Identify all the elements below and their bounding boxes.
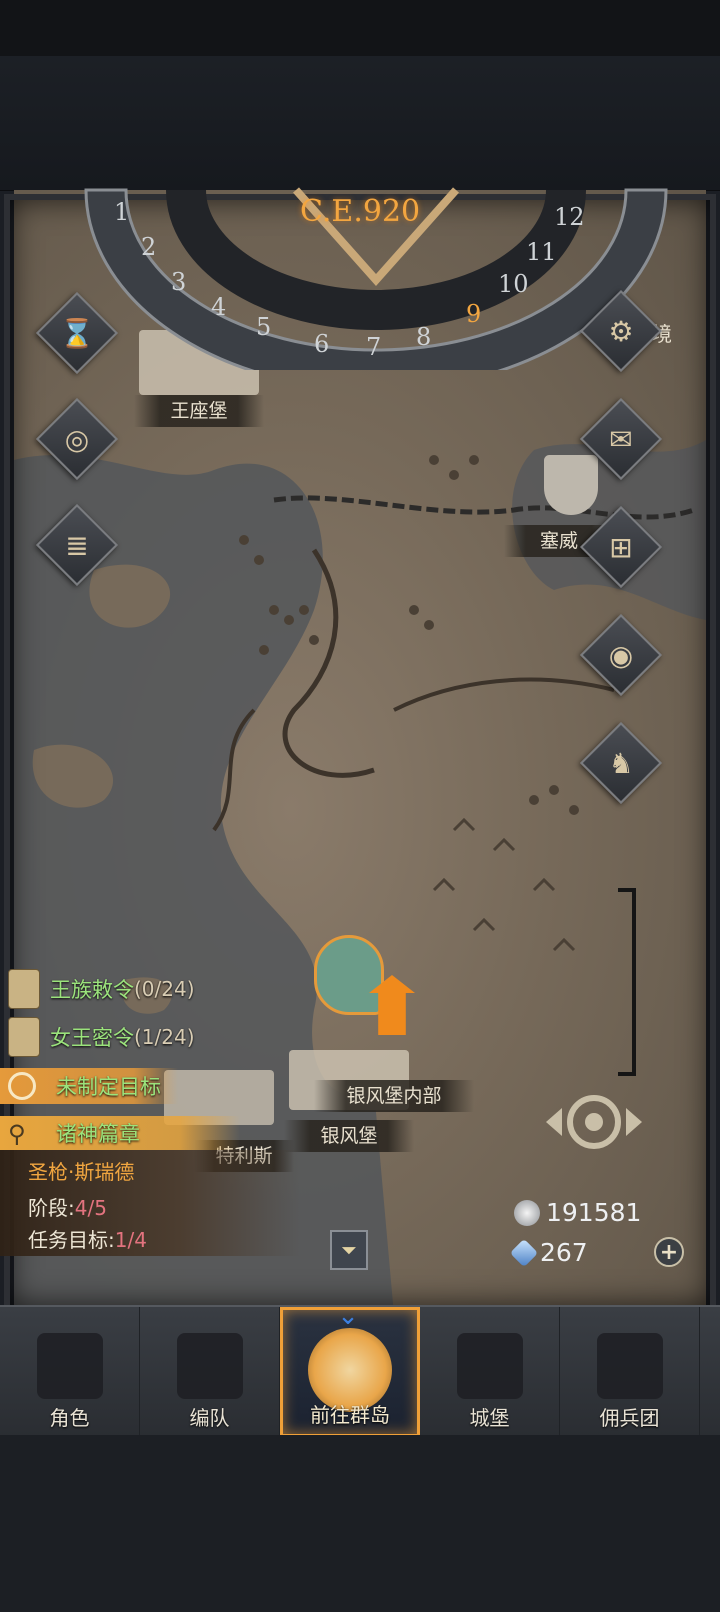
crystal-amount: 267 (540, 1238, 588, 1267)
quest-royal-decree[interactable]: 王族敕令 (0/24) (0, 965, 360, 1013)
bottom-nav: 角色 编队 ⌄ 前往群岛 城堡 佣兵团 (0, 1301, 720, 1437)
hourglass-icon: ⌛ (59, 316, 95, 350)
shield-icon: ◉ (608, 638, 634, 672)
tab-label: 城堡 (469, 1406, 510, 1430)
month-2[interactable]: 2 (141, 233, 156, 261)
month-1[interactable]: 1 (114, 198, 129, 226)
crystal-icon (509, 1238, 539, 1267)
target-icon (8, 1072, 36, 1100)
bag-icon: ◎ (64, 422, 90, 456)
goal-bar[interactable]: 未制定目标 (0, 1068, 178, 1104)
chapter-bar[interactable]: ⚲ 诸神篇章 (0, 1116, 240, 1150)
location-throne-castle[interactable]: 王座堡 (134, 395, 264, 427)
chapter-stage: 阶段:4/5 (28, 1192, 107, 1221)
tab-formation[interactable]: 编队 (140, 1307, 280, 1437)
tab-character[interactable]: 角色 (0, 1307, 140, 1437)
mercenary-icon (596, 1333, 663, 1399)
location-silverwind[interactable]: 银风堡 (284, 1120, 414, 1152)
silver-amount: 191581 (546, 1198, 642, 1227)
chapter-hero: 圣枪·斯瑞德 (28, 1160, 135, 1184)
knight-icon (36, 1333, 103, 1399)
month-8[interactable]: 8 (416, 323, 431, 351)
knight-helmet-icon: ♞ (608, 746, 634, 780)
scroll-icon: ≣ (65, 528, 89, 562)
month-7[interactable]: 7 (366, 333, 381, 361)
month-6[interactable]: 6 (314, 330, 329, 358)
add-crystal-button[interactable]: + (654, 1237, 684, 1267)
month-9[interactable]: 9 (466, 300, 481, 328)
collapse-button[interactable]: ⏷ (330, 1230, 368, 1270)
footer-area (0, 1435, 720, 1612)
month-3[interactable]: 3 (171, 268, 186, 296)
silver-coin-icon (514, 1199, 540, 1226)
castle-icon (456, 1333, 523, 1399)
quest-list: 王族敕令 (0/24) 女王密令 (1/24) (0, 965, 360, 1061)
location-silverwind-inner[interactable]: 银风堡内部 (314, 1080, 474, 1112)
month-4[interactable]: 4 (211, 293, 226, 321)
tab-islands[interactable]: ⌄ 前往群岛 (280, 1301, 420, 1437)
quest-queen-order[interactable]: 女王密令 (1/24) (0, 1013, 360, 1061)
mail-icon: ✉ (609, 422, 633, 456)
search-icon: ⚲ (8, 1120, 26, 1148)
tab-mercenary[interactable]: 佣兵团 (560, 1307, 700, 1437)
map-grid-icon: ⊞ (609, 530, 633, 564)
center-view-button[interactable] (544, 1090, 644, 1154)
chapter-task: 任务目标:1/4 (28, 1224, 147, 1253)
year-label: C.E.920 (300, 194, 421, 229)
quest-name: 女王密令 (50, 1026, 134, 1050)
goal-label: 未制定目标 (56, 1075, 161, 1099)
quest-count: (1/24) (134, 1025, 195, 1049)
helmet-icon (176, 1333, 243, 1399)
chevron-down-icon: ⌄ (337, 1301, 359, 1331)
tab-label: 角色 (49, 1406, 90, 1430)
scroll-icon (8, 969, 40, 1009)
tab-castle[interactable]: 城堡 (420, 1307, 560, 1437)
chevron-down-icon: ⏷ (341, 1238, 357, 1262)
month-10[interactable]: 10 (498, 270, 529, 298)
task-value: 1/4 (114, 1228, 147, 1252)
quest-count: (0/24) (134, 977, 195, 1001)
plus-icon: + (659, 1239, 679, 1265)
tab-label: 前往群岛 (310, 1403, 390, 1427)
gear-icon: ⚙ (608, 314, 634, 348)
tab-label: 佣兵团 (599, 1406, 660, 1430)
tab-label: 编队 (189, 1406, 230, 1430)
crystal-currency: 267 (509, 1238, 588, 1267)
crosshair-icon (546, 1095, 642, 1149)
month-5[interactable]: 5 (256, 313, 271, 341)
quest-name: 王族敕令 (50, 978, 134, 1002)
task-label: 任务目标: (28, 1228, 115, 1252)
scroll-icon (8, 1017, 40, 1057)
month-12[interactable]: 12 (554, 203, 585, 231)
chapter-panel[interactable]: 圣枪·斯瑞德 阶段:4/5 任务目标:1/4 (0, 1150, 300, 1256)
stage-label: 阶段: (28, 1196, 75, 1220)
month-11[interactable]: 11 (526, 238, 557, 266)
silver-currency: 191581 (514, 1198, 641, 1227)
chapter-title: 诸神篇章 (56, 1122, 140, 1146)
stage-value: 4/5 (74, 1196, 107, 1220)
saiwei-shield-icon[interactable] (544, 455, 598, 515)
status-bar-area (0, 0, 720, 56)
scale-ruler (618, 888, 636, 1076)
